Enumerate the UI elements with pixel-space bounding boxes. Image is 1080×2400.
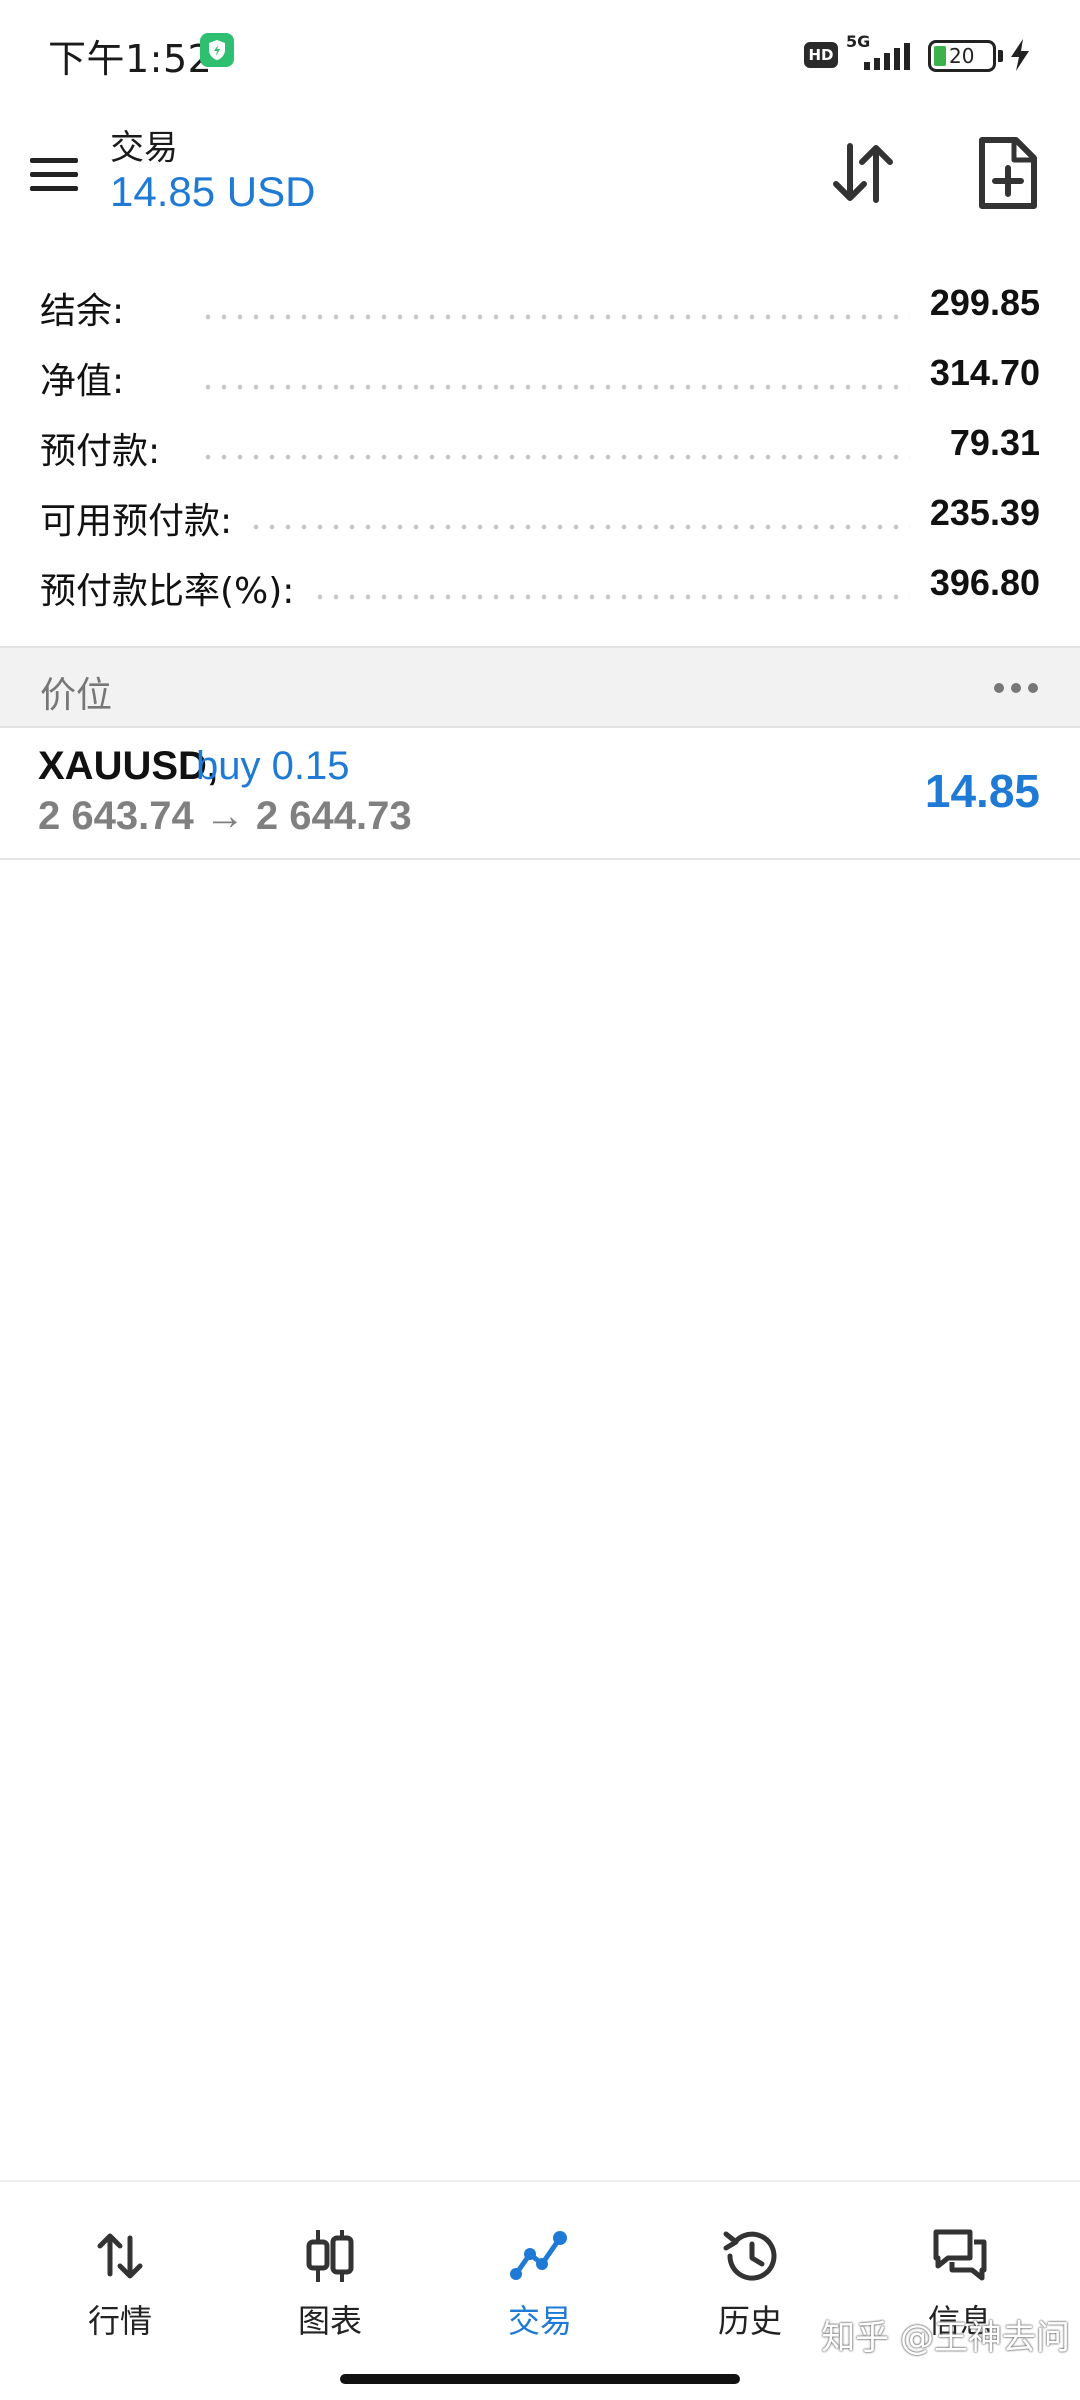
position-symbol: XAUUSD, [38, 744, 219, 788]
summary-row-margin: 预付款: 79.31 [0, 412, 1080, 482]
summary-label: 结余: [40, 282, 143, 334]
status-time: 下午1:52 [48, 37, 213, 81]
trade-icon [510, 2231, 567, 2280]
positions-section-header: 价位 [0, 646, 1080, 728]
position-type: buy 0.15 [196, 744, 350, 788]
status-bar: 下午1:52 HD 5G 20 [0, 0, 1080, 110]
bottom-navigation: 行情 图表 交易 历史 信息 [0, 2180, 1080, 2400]
summary-row-balance: 结余: 299.85 [0, 272, 1080, 342]
page-title: 交易 [110, 128, 178, 168]
sort-icon[interactable] [828, 138, 898, 208]
dotted-leader [200, 454, 910, 460]
dotted-leader [200, 314, 910, 320]
nav-label: 交易 [507, 2302, 572, 2340]
summary-row-margin-level: 预付款比率(%): 396.80 [0, 552, 1080, 622]
summary-label: 预付款比率(%): [40, 562, 313, 614]
home-indicator[interactable] [340, 2374, 740, 2384]
menu-icon[interactable] [28, 150, 82, 200]
signal-icon [864, 43, 910, 70]
summary-value: 314.70 [911, 352, 1040, 394]
total-profit: 14.85 USD [110, 168, 316, 215]
hd-badge: HD [804, 42, 838, 68]
more-options-icon[interactable] [992, 678, 1040, 698]
new-order-icon[interactable] [972, 136, 1042, 210]
history-icon [723, 2231, 777, 2281]
app-notification-icon [200, 33, 234, 67]
summary-row-free-margin: 可用预付款: 235.39 [0, 482, 1080, 552]
section-title: 价位 [40, 675, 113, 716]
charts-icon [306, 2230, 354, 2282]
summary-value: 79.31 [931, 422, 1040, 464]
quotes-icon [97, 2233, 143, 2279]
summary-value: 235.39 [911, 492, 1040, 534]
battery-icon: 20 [928, 40, 996, 72]
summary-value: 396.80 [911, 562, 1040, 604]
trade-screen: 下午1:52 HD 5G 20 交易 14.85 USD 结余: 299.85 … [0, 0, 1080, 2400]
nav-item-charts[interactable]: 图表 [222, 2182, 438, 2352]
summary-label: 净值: [40, 352, 143, 404]
nav-label: 图表 [297, 2302, 362, 2340]
watermark: 知乎 @王神去问 [821, 2318, 1070, 2358]
position-prices: 2 643.74 → 2 644.73 [38, 794, 412, 838]
position-profit: 14.85 [924, 765, 1040, 817]
dotted-leader [200, 384, 910, 390]
nav-label: 行情 [87, 2302, 152, 2340]
nav-item-trade[interactable]: 交易 [432, 2182, 648, 2352]
summary-label: 预付款: [40, 422, 179, 474]
summary-value: 299.85 [911, 282, 1040, 324]
summary-label: 可用预付款: [40, 492, 251, 544]
messages-icon [933, 2229, 987, 2281]
app-header: 交易 14.85 USD [0, 110, 1080, 250]
nav-item-quotes[interactable]: 行情 [12, 2182, 228, 2352]
position-row[interactable]: XAUUSD, buy 0.15 2 643.74 → 2 644.73 14.… [0, 728, 1080, 860]
battery-level: 20 [949, 44, 975, 68]
dotted-leader [200, 524, 910, 530]
status-indicators: HD 5G 20 [804, 30, 1044, 74]
account-summary: 结余: 299.85 净值: 314.70 预付款: 79.31 可用预付款: … [0, 272, 1080, 622]
summary-row-equity: 净值: 314.70 [0, 342, 1080, 412]
charging-icon [1011, 39, 1029, 71]
